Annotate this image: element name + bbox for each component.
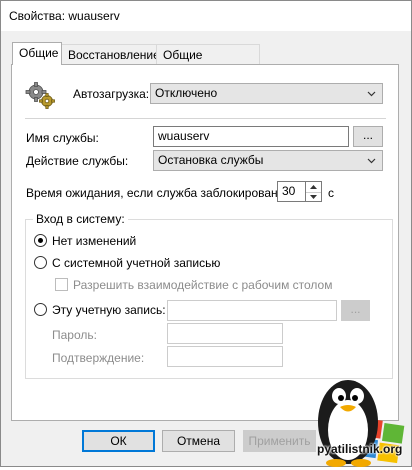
startup-type-select[interactable]: Отключено — [150, 83, 383, 104]
confirm-password-label: Подтверждение: — [52, 351, 145, 365]
this-account-browse-button[interactable]: ... — [341, 300, 370, 321]
service-action-label: Действие службы: — [26, 154, 129, 168]
interact-desktop-label: Разрешить взаимодействие с рабочим столо… — [73, 278, 333, 292]
timeout-spinner[interactable] — [306, 181, 322, 202]
interact-desktop-checkbox[interactable] — [55, 278, 68, 291]
cancel-button[interactable]: Отмена — [162, 430, 235, 452]
chevron-down-icon — [367, 91, 376, 97]
timeout-input[interactable]: 30 — [277, 181, 306, 202]
this-account-label: Эту учетную запись: — [52, 303, 166, 317]
password-label: Пароль: — [52, 328, 97, 342]
service-name-browse-button[interactable]: ... — [353, 126, 383, 147]
no-change-radio[interactable] — [34, 234, 47, 247]
local-system-radio[interactable] — [34, 256, 47, 269]
separator — [25, 118, 386, 119]
ok-button[interactable]: ОК — [82, 430, 155, 452]
startup-type-value: Отключено — [155, 86, 218, 100]
gears-icon — [25, 82, 55, 109]
service-action-value: Остановка службы — [158, 153, 264, 167]
timeout-label: Время ожидания, если служба заблокирован… — [26, 186, 288, 200]
service-name-input[interactable]: wuauserv — [153, 126, 349, 147]
no-change-label: Нет изменений — [52, 234, 137, 248]
timeout-unit: с — [328, 186, 334, 200]
startup-type-label: Автозагрузка: — [73, 87, 150, 101]
service-action-select[interactable]: Остановка службы — [153, 150, 383, 171]
watermark-logo: pyatilistnik.org — [303, 370, 412, 467]
this-account-input[interactable] — [167, 300, 337, 321]
password-input[interactable] — [167, 323, 283, 344]
watermark-text: pyatilistnik.org — [317, 442, 403, 456]
service-name-label: Имя службы: — [26, 131, 99, 145]
arrow-down-icon[interactable] — [306, 192, 321, 202]
this-account-radio[interactable] — [34, 303, 47, 316]
logon-group-title: Вход в систему: — [33, 212, 128, 226]
local-system-label: С системной учетной записью — [52, 256, 221, 270]
chevron-down-icon — [367, 158, 376, 164]
confirm-password-input[interactable] — [167, 346, 283, 367]
